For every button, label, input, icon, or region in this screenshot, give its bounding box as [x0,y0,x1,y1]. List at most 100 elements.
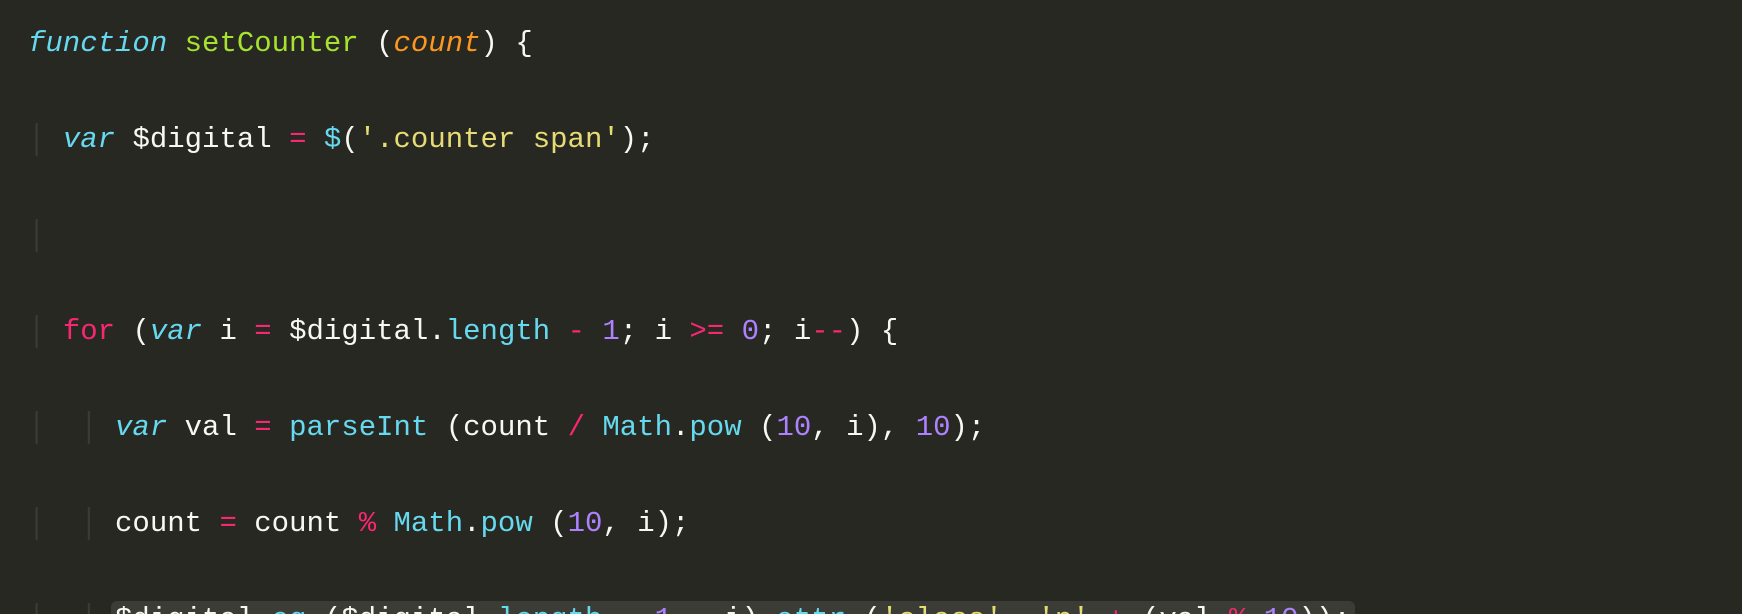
keyword-var: var [115,411,167,444]
brace-open: { [881,315,898,348]
keyword-for: for [63,315,115,348]
indent-guide: │ [28,603,45,614]
indent-guide: │ [28,315,45,348]
op-mod: % [359,507,376,540]
paren-close: ) [1299,603,1316,614]
indent-guide: │ [80,411,97,444]
var-i: i [637,507,654,540]
dot: . [672,411,689,444]
op-decrement: -- [811,315,846,348]
fn-attr: attr [776,603,846,614]
paren-open: ( [376,27,393,60]
highlighted-code: $digital.eq ($digital.length - 1 - i).at… [111,601,1355,614]
paren-open: ( [341,123,358,156]
number-10: 10 [776,411,811,444]
paren-open: ( [324,603,341,614]
number-1: 1 [655,603,672,614]
comma: , [881,411,898,444]
brace-open: { [515,27,532,60]
comma: , [602,507,619,540]
string-n: 'n' [1038,603,1090,614]
keyword-var: var [63,123,115,156]
paren-close: ) [846,315,863,348]
dot: . [254,603,271,614]
code-line: │ │ count = count % Math.pow (10, i); [28,500,1742,548]
prop-length: length [446,315,550,348]
var-i: i [724,603,741,614]
keyword-function: function [28,27,167,60]
paren-close: ) [655,507,672,540]
dot: . [759,603,776,614]
keyword-var: var [150,315,202,348]
op-minus: - [620,603,637,614]
op-divide: / [568,411,585,444]
paren-close: ) [742,603,759,614]
number-10: 10 [568,507,603,540]
dot: . [463,507,480,540]
var-i: i [794,315,811,348]
fn-parseint: parseInt [289,411,428,444]
var-i: i [655,315,672,348]
indent-guide: │ [28,123,45,156]
op-gte: >= [689,315,724,348]
code-line: │ for (var i = $digital.length - 1; i >=… [28,308,1742,356]
op-assign: = [289,123,306,156]
number-0: 0 [742,315,759,348]
var-val: val [185,411,237,444]
var-digital: $digital [341,603,480,614]
op-minus: - [568,315,585,348]
obj-math: Math [602,411,672,444]
var-i: i [219,315,236,348]
number-1: 1 [602,315,619,348]
semicolon: ; [672,507,689,540]
code-line: function setCounter (count) { [28,20,1742,68]
string-class: 'class' [881,603,1003,614]
paren-open: ( [863,603,880,614]
paren-close: ) [1316,603,1333,614]
op-minus: - [689,603,706,614]
var-count: count [115,507,202,540]
paren-close: ) [620,123,637,156]
semicolon: ; [620,315,637,348]
op-assign: = [219,507,236,540]
code-line: │ var $digital = $('.counter span'); [28,116,1742,164]
dot: . [481,603,498,614]
number-10: 10 [1264,603,1299,614]
fn-pow: pow [689,411,741,444]
var-i: i [846,411,863,444]
indent-guide: │ [28,219,45,252]
fn-eq: eq [272,603,307,614]
dot: . [428,315,445,348]
indent-guide: │ [28,411,45,444]
var-count: count [254,507,341,540]
prop-length: length [498,603,602,614]
fn-pow: pow [481,507,533,540]
semicolon: ; [1333,603,1350,614]
var-digital: $digital [115,603,254,614]
semicolon: ; [968,411,985,444]
code-line-highlighted: │ │ $digital.eq ($digital.length - 1 - i… [28,596,1742,614]
paren-close: ) [863,411,880,444]
var-val: val [1159,603,1211,614]
op-plus: + [1107,603,1124,614]
comma: , [1003,603,1020,614]
op-assign: = [254,315,271,348]
var-count: count [463,411,550,444]
paren-open: ( [132,315,149,348]
semicolon: ; [637,123,654,156]
obj-math: Math [394,507,464,540]
paren-close: ) [481,27,498,60]
function-name: setCounter [185,27,359,60]
op-assign: = [254,411,271,444]
indent-guide: │ [80,603,97,614]
paren-open: ( [446,411,463,444]
semicolon: ; [759,315,776,348]
paren-open: ( [550,507,567,540]
indent-guide: │ [28,507,45,540]
code-line-blank: │ [28,212,1742,260]
string-selector: '.counter span' [359,123,620,156]
paren-open: ( [759,411,776,444]
code-line: │ │ var val = parseInt (count / Math.pow… [28,404,1742,452]
code-editor[interactable]: function setCounter (count) { │ var $dig… [0,0,1742,614]
jquery-fn: $ [324,123,341,156]
